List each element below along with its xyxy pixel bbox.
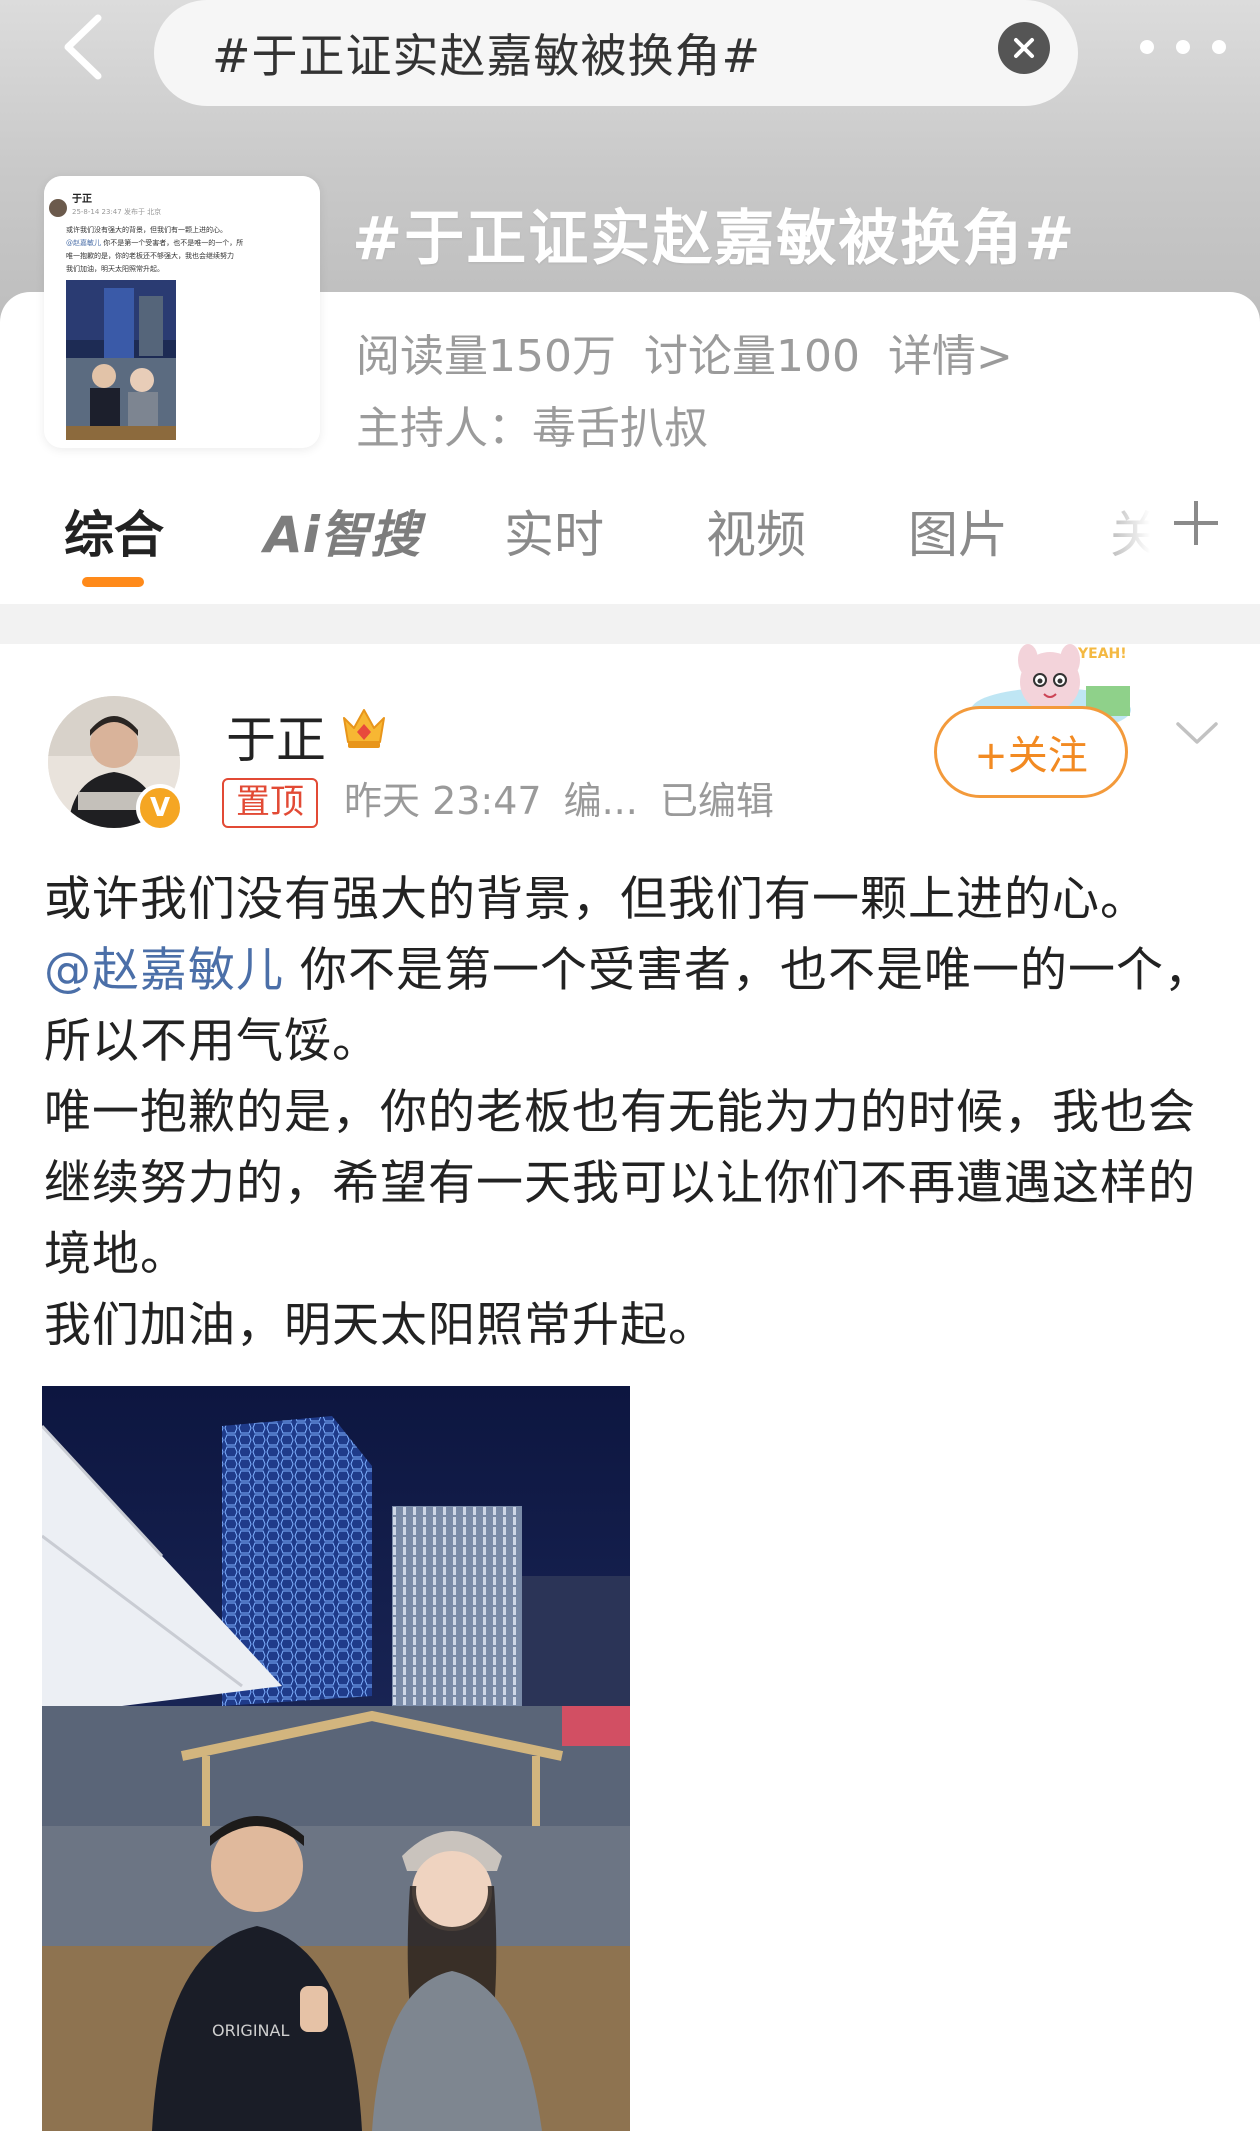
post-body: 或许我们没有强大的背景，但我们有一颗上进的心。 @赵嘉敏儿 你不是第一个受害者，… (44, 864, 1224, 1361)
post-card: YEAH! V 于正 置顶 昨天 23:47 编... 已编辑 +关注 或许我们没有… (0, 644, 1260, 2131)
tab-comprehensive[interactable]: 综合 (64, 495, 164, 567)
tab-pictures[interactable]: 图片 (908, 495, 1008, 567)
thumbnail-screenshot: 于正 25-8-14 23:47 发布于 北京 或许我们没有强大的背景，但我们有… (44, 176, 320, 448)
tab-fade (1080, 487, 1180, 587)
back-button[interactable] (52, 12, 112, 82)
edited-label[interactable]: 已编辑 (660, 779, 774, 823)
svg-text:唯一抱歉的是，你的老板还不够强大，我也会继续努力: 唯一抱歉的是，你的老板还不够强大，我也会继续努力 (66, 251, 234, 260)
more-icon-dot (1140, 40, 1154, 54)
topic-thumbnail[interactable]: 于正 25-8-14 23:47 发布于 北京 或许我们没有强大的背景，但我们有… (44, 176, 320, 448)
crown-icon (343, 709, 385, 748)
back-arrow-icon (64, 14, 102, 80)
active-tab-indicator (82, 577, 144, 587)
pinned-badge: 置顶 (222, 778, 318, 828)
post-paragraph: @赵嘉敏儿 你不是第一个受害者，也不是唯一的一个，所以不用气馁。 (44, 935, 1224, 1077)
more-options-button[interactable] (1140, 22, 1226, 72)
clear-icon (1014, 38, 1034, 58)
topic-host[interactable]: 主持人：毒舌扒叔 (356, 392, 708, 456)
discussion-count: 讨论量100 (643, 331, 860, 382)
read-count: 阅读量150万 (356, 331, 616, 382)
post-time: 昨天 23:47 (344, 779, 542, 823)
svg-text:25-8-14 23:47 发布于 北京: 25-8-14 23:47 发布于 北京 (72, 207, 161, 216)
clear-search-button[interactable] (998, 22, 1050, 74)
more-icon-dot (1212, 40, 1226, 54)
post-image[interactable]: ORIGINAL (42, 1386, 630, 2131)
author-name[interactable]: 于正 (226, 700, 326, 772)
tab-video[interactable]: 视频 (706, 495, 806, 567)
tab-bar: 综合 Ai智搜 实时 视频 图片 关 (0, 487, 1260, 597)
svg-text:@赵嘉敏儿 你不是第一个受害者，也不是唯一的一个，所: @赵嘉敏儿 你不是第一个受害者，也不是唯一的一个，所 (66, 238, 243, 247)
search-query[interactable]: #于正证实赵嘉敏被换角# (212, 20, 761, 86)
chevron-down-icon[interactable] (1172, 708, 1222, 758)
search-bar[interactable]: #于正证实赵嘉敏被换角# (154, 0, 1078, 106)
tab-realtime[interactable]: 实时 (504, 495, 604, 567)
follow-button[interactable]: +关注 (934, 706, 1128, 798)
svg-text:我们加油，明天太阳照常升起。: 我们加油，明天太阳照常升起。 (66, 264, 164, 273)
details-link[interactable]: 详情> (888, 331, 1013, 382)
plus-icon[interactable] (1168, 495, 1224, 551)
post-source: 编... (563, 779, 638, 823)
post-meta: 昨天 23:47 编... 已编辑 (344, 778, 796, 824)
mention-link[interactable]: @赵嘉敏儿 (44, 943, 284, 998)
topic-title: #于正证实赵嘉敏被换角# (352, 204, 1077, 274)
post-paragraph: 我们加油，明天太阳照常升起。 (44, 1298, 716, 1353)
more-icon-dot (1176, 40, 1190, 54)
topic-stats: 阅读量150万 讨论量100 详情> (356, 320, 1041, 384)
sticker-text: YEAH! (1077, 646, 1127, 662)
tab-ai-search[interactable]: Ai智搜 (264, 495, 420, 567)
post-paragraph: 唯一抱歉的是，你的老板也有无能为力的时候，我也会继续努力的，希望有一天我可以让你… (44, 1085, 1196, 1282)
post-photo: ORIGINAL (42, 1386, 630, 2131)
verified-v-icon: V (136, 784, 184, 832)
post-paragraph: 或许我们没有强大的背景，但我们有一颗上进的心。 (44, 872, 1148, 927)
svg-text:于正: 于正 (72, 193, 92, 205)
svg-text:或许我们没有强大的背景，但我们有一颗上进的心。: 或许我们没有强大的背景，但我们有一颗上进的心。 (66, 225, 227, 234)
svg-text:ORIGINAL: ORIGINAL (212, 2021, 289, 2040)
